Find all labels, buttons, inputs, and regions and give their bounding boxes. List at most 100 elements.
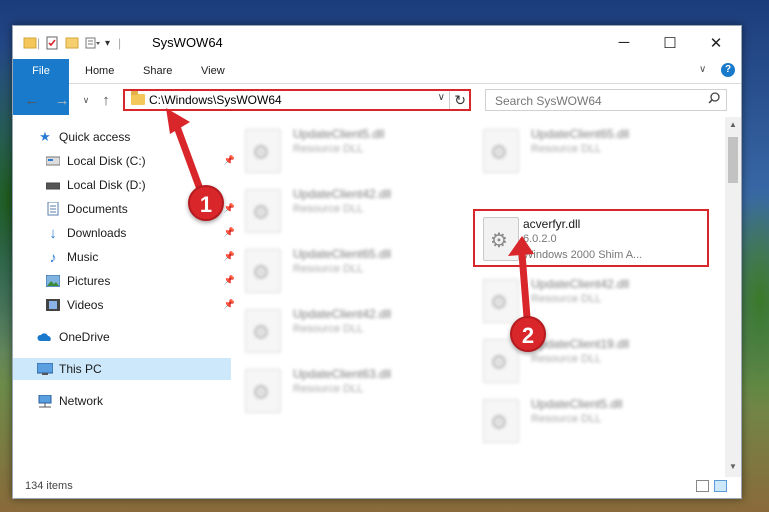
vertical-scrollbar[interactable]: ▲ ▼ [725,117,741,477]
dll-file-icon: ⚙ [483,129,519,173]
search-input[interactable] [493,92,697,110]
file-name: UpdateClient42.dll [293,187,392,201]
sidebar-item-label: Network [59,394,104,408]
file-tile[interactable]: ⚙ UpdateClient63.dll Resource DLL [233,359,453,415]
status-bar: 134 items [13,476,741,498]
dll-file-icon: ⚙ [483,399,519,443]
file-name: UpdateClient65.dll [531,127,630,141]
sidebar-item-label: Downloads [67,226,127,240]
details-view-icon[interactable] [696,480,709,492]
sidebar-item-label: Quick access [59,130,131,144]
up-button[interactable]: ↑ [97,91,115,109]
file-name: acverfyr.dll [523,217,581,231]
step-badge-2: 2 [510,316,546,352]
file-tile[interactable]: ⚙ UpdateClient5.dll Resource DLL [471,389,691,445]
forward-button[interactable]: → [53,91,71,109]
scroll-up-arrow-icon[interactable]: ▲ [725,117,741,133]
downloads-icon: ↓ [49,224,57,242]
documents-icon [45,202,61,216]
back-button[interactable]: ← [23,91,41,109]
file-name: UpdateClient42.dll [293,307,392,321]
file-description: Resource DLL [293,263,364,275]
sidebar-item-music[interactable]: ♪ Music 📌 [13,246,239,268]
new-folder-icon[interactable] [65,36,79,50]
dll-file-icon: ⚙ [245,189,281,233]
item-count: 134 items [25,480,73,492]
qat-dropdown-icon[interactable]: ▾ [105,38,110,49]
videos-icon [45,298,61,312]
folder-icon[interactable] [23,36,37,50]
file-tile[interactable]: ⚙ UpdateClient65.dll Resource DLL [233,239,453,295]
sidebar-item-label: OneDrive [59,330,110,344]
scrollbar-thumb[interactable] [728,137,738,183]
sidebar-item-label: Pictures [67,274,111,288]
file-explorer-window: | ▾ | SysWOW64 ─ ☐ ✕ File Home Share Vie… [12,25,742,499]
pictures-icon [45,274,61,288]
scroll-down-arrow-icon[interactable]: ▼ [725,459,741,475]
dll-file-icon: ⚙ [245,369,281,413]
ribbon-tabs: File Home Share View ∨ ? [13,59,741,115]
music-icon: ♪ [49,249,57,265]
network-icon [37,394,53,408]
minimize-button[interactable]: ─ [601,26,647,59]
window-title: SysWOW64 [152,35,223,50]
sidebar-item-network[interactable]: Network [13,390,231,412]
folder-icon [131,91,145,105]
tab-view[interactable]: View [187,59,239,83]
file-description: Resource DLL [531,143,602,155]
maximize-button[interactable]: ☐ [647,26,693,59]
customize-toolbar-icon[interactable] [85,36,101,50]
sidebar-item-onedrive[interactable]: OneDrive [13,326,231,348]
file-description: Resource DLL [293,323,364,335]
sidebar-item-pictures[interactable]: Pictures 📌 [13,270,239,292]
help-icon[interactable]: ? [721,63,735,77]
separator: | [37,36,41,50]
star-icon: ★ [39,129,51,144]
separator: | [118,36,122,50]
computer-icon [37,362,53,376]
quick-access-toolbar: | ▾ | [23,35,121,51]
sidebar-item-label: Documents [67,202,128,216]
file-description: Resource DLL [531,413,602,425]
sidebar-item-label: Local Disk (D:) [67,178,146,192]
close-button[interactable]: ✕ [693,26,739,59]
dll-file-icon: ⚙ [245,249,281,293]
file-name: UpdateClient65.dll [293,247,392,261]
recent-locations-button[interactable]: ∨ [77,91,95,109]
file-list: ⚙ UpdateClient5.dll Resource DLL ⚙ Updat… [221,117,725,477]
file-description: Resource DLL [531,353,602,365]
file-tile[interactable]: ⚙ UpdateClient5.dll Resource DLL [233,119,453,175]
file-tile[interactable]: ⚙ UpdateClient65.dll Resource DLL [471,119,691,175]
search-box[interactable] [485,89,727,111]
sidebar-item-label: This PC [59,362,102,376]
drive-icon [45,154,61,168]
file-name: UpdateClient5.dll [293,127,385,141]
file-description: Resource DLL [293,383,364,395]
refresh-button[interactable]: ↻ [449,91,466,109]
file-name: UpdateClient63.dll [293,367,392,381]
drive-icon [45,178,61,192]
sidebar-item-label: Videos [67,298,104,312]
dll-file-icon: ⚙ [245,129,281,173]
cloud-icon [37,330,53,344]
file-description: Resource DLL [293,203,364,215]
sidebar-item-this-pc[interactable]: This PC [13,358,231,380]
properties-icon[interactable] [45,36,59,50]
sidebar-item-downloads[interactable]: ↓ Downloads 📌 [13,222,239,244]
large-icons-view-icon[interactable] [714,480,727,492]
tab-share[interactable]: Share [129,59,186,83]
sidebar-item-label: Local Disk (C:) [67,154,146,168]
navigation-bar: ← → ∨ ↑ C:\Windows\SysWOW64 ∨ ↻ [13,83,741,117]
title-bar: | ▾ | SysWOW64 ─ ☐ ✕ [13,26,741,59]
file-description: Resource DLL [293,143,364,155]
file-name: UpdateClient5.dll [531,397,623,411]
sidebar-item-label: Music [67,250,99,264]
file-tile[interactable]: ⚙ UpdateClient42.dll Resource DLL [233,299,453,355]
address-dropdown-icon[interactable]: ∨ [438,92,445,103]
tab-home[interactable]: Home [71,59,128,83]
expand-ribbon-icon[interactable]: ∨ [699,64,706,75]
file-tile[interactable]: ⚙ UpdateClient42.dll Resource DLL [233,179,453,235]
sidebar-item-videos[interactable]: Videos 📌 [13,294,239,316]
search-icon[interactable] [708,92,720,107]
dll-file-icon: ⚙ [245,309,281,353]
